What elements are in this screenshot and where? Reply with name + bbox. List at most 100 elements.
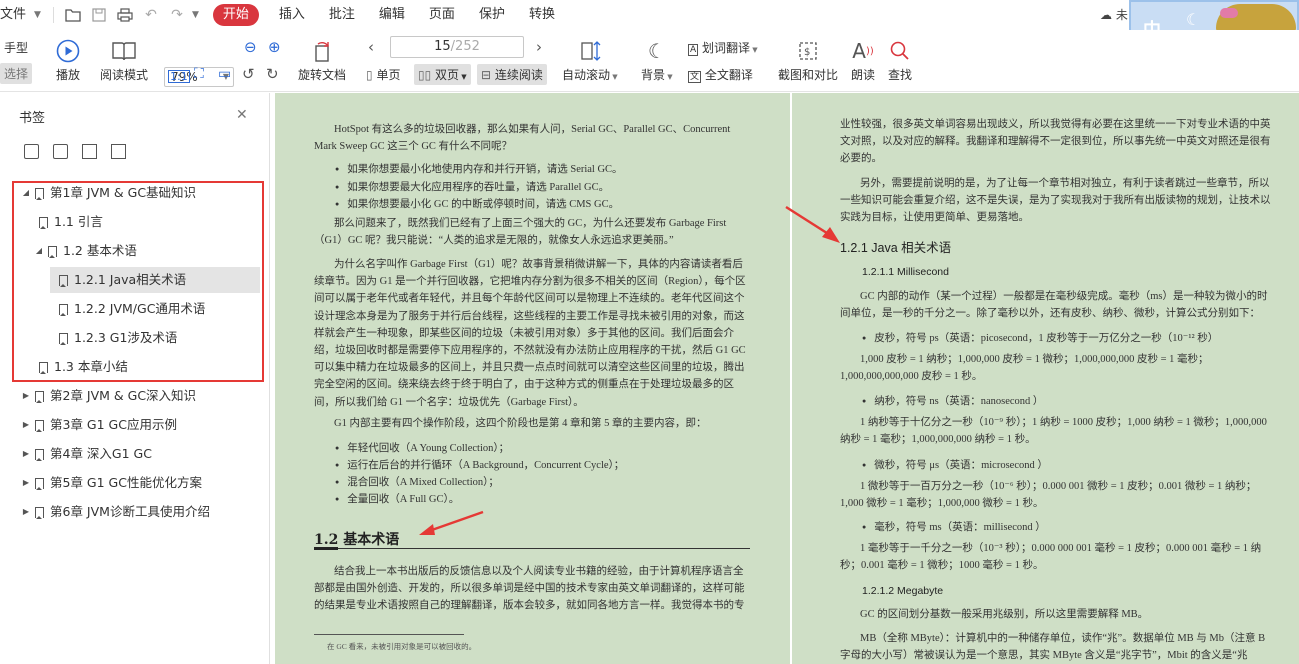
background-button[interactable]: ☾ 背景 ▼ (641, 36, 673, 83)
chevron-down-icon[interactable]: ▼ (34, 10, 41, 20)
collapsed-arrow-icon[interactable]: ▶ (20, 412, 32, 438)
sidebar-item-1-2-1[interactable]: 1.2.1 Java相关术语 (50, 267, 260, 293)
paragraph: GC 内部的动作（某一个过程）一般都是在毫秒级完成。毫秒（ms）是一种较为微小的… (840, 291, 1268, 320)
list-item: 纳秒，符号 ns（英语：nanosecond ） (862, 393, 1043, 408)
book-icon (111, 36, 137, 66)
sidebar-item-label: 1.2.2 JVM/GC通用术语 (74, 301, 206, 316)
quick-access-dropdown-icon[interactable]: ▼ (192, 10, 199, 20)
sidebar-item-chapter-6[interactable]: ▶ 第6章 JVM诊断工具使用介绍 (20, 499, 260, 525)
sidebar-item-chapter-2[interactable]: ▶ 第2章 JVM & GC深入知识 (20, 383, 260, 409)
tab-insert[interactable]: 插入 (267, 0, 317, 30)
rotate-left-icon[interactable]: ↺ (242, 65, 255, 83)
fit-page-icon[interactable]: ⛶ (194, 66, 204, 82)
read-aloud-button[interactable]: A)) 朗读 (851, 36, 875, 83)
paragraph: 1 微秒等于一百万分之一秒（10⁻⁶ 秒）；0.000 001 微秒 = 1 皮… (840, 481, 1257, 510)
word-translate-button[interactable]: A 划词翻译 ▼ (688, 39, 758, 56)
paragraph: 1 纳秒等于十亿分之一秒（10⁻⁹ 秒）；1 纳秒 = 1000 皮秒；1,00… (840, 417, 1267, 446)
rotate-document-button[interactable]: 旋转文档 (298, 36, 346, 83)
chevron-down-icon: ▼ (750, 46, 758, 54)
auto-scroll-icon (579, 36, 601, 66)
paragraph: 那么问题来了，既然我们已经有了上面三个强大的 GC，为什么还要发布 Garbag… (314, 218, 727, 247)
expanded-arrow-icon[interactable]: ◢ (20, 180, 32, 206)
single-page-label: 单页 (376, 68, 401, 82)
close-icon[interactable]: ✕ (236, 107, 248, 123)
rotate-right-icon[interactable]: ↻ (266, 65, 279, 83)
screenshot-icon: $ (796, 36, 820, 66)
tab-page[interactable]: 页面 (417, 0, 467, 30)
menu-file[interactable]: 文件 (0, 0, 38, 30)
continuous-read-button[interactable]: ⊟ 连续阅读 (477, 64, 547, 85)
zoom-out-icon[interactable]: ⊖ (244, 38, 257, 56)
open-folder-icon[interactable] (63, 5, 83, 25)
bookmark-icon (35, 390, 44, 403)
sidebar-item-chapter-3[interactable]: ▶ 第3章 G1 GC应用示例 (20, 412, 260, 438)
word-translate-label: 划词翻译 (702, 41, 751, 55)
find-button[interactable]: 查找 (888, 36, 912, 83)
collapsed-arrow-icon[interactable]: ▶ (20, 441, 32, 467)
play-button[interactable]: 播放 (56, 36, 80, 83)
section-heading: 1.2 基本术语 (314, 532, 400, 548)
current-page: 15 (434, 39, 451, 54)
sidebar-item-label: 1.2 基本术语 (63, 243, 137, 258)
tab-start[interactable]: 开始 (212, 4, 259, 26)
collapsed-arrow-icon[interactable]: ▶ (20, 499, 32, 525)
next-page-icon[interactable]: › (536, 38, 542, 56)
sidebar-item-1-2-3[interactable]: 1.2.3 G1涉及术语 (56, 325, 260, 351)
double-page-button[interactable]: ▯▯ 双页 ▼ (414, 64, 471, 85)
actual-size-icon[interactable]: 1:1 (168, 70, 190, 83)
sidebar-item-1-2[interactable]: ◢ 1.2 基本术语 (33, 238, 260, 264)
single-page-icon: ▯ (366, 68, 373, 82)
save-icon[interactable] (89, 5, 109, 25)
add-bookmark-icon[interactable] (82, 144, 97, 159)
expand-all-icon[interactable] (24, 144, 39, 159)
sidebar-item-1-2-2[interactable]: 1.2.2 JVM/GC通用术语 (56, 296, 260, 322)
fit-width-icon[interactable]: ▭ (218, 66, 231, 82)
paragraph: HotSpot 有这么多的垃圾回收器，那么如果有人问，Serial GC、Par… (314, 124, 731, 153)
sidebar-item-chapter-1[interactable]: ◢ 第1章 JVM & GC基础知识 (20, 180, 260, 206)
sidebar-item-chapter-5[interactable]: ▶ 第5章 G1 GC性能优化方案 (20, 470, 260, 496)
divider (52, 7, 54, 23)
full-translate-button[interactable]: 文 全文翻译 (688, 66, 753, 83)
sidebar-item-label: 第2章 JVM & GC深入知识 (50, 388, 197, 403)
zoom-in-icon[interactable]: ⊕ (268, 38, 281, 56)
collapse-all-icon[interactable] (53, 144, 68, 159)
collapsed-arrow-icon[interactable]: ▶ (20, 470, 32, 496)
previous-page-icon[interactable]: ‹ (368, 38, 374, 56)
select-tool-button[interactable]: 选择 (0, 63, 33, 84)
double-page-label: 双页 (435, 68, 460, 82)
hand-tool-button[interactable]: 手型 (4, 39, 28, 56)
chevron-down-icon: ▼ (665, 73, 673, 81)
expanded-arrow-icon[interactable]: ◢ (33, 238, 45, 264)
cloud-sync[interactable]: ☁ 未 (1100, 6, 1128, 23)
page-right: 业性较强，很多英文单词容易出现歧义，所以我觉得有必要在这里统一一下对专业术语的中… (785, 93, 1299, 664)
screenshot-compare-button[interactable]: $ 截图和对比 (778, 36, 838, 83)
panel-title: 书签 (19, 111, 46, 126)
print-icon[interactable] (115, 5, 135, 25)
sidebar-item-chapter-4[interactable]: ▶ 第4章 深入G1 GC (20, 441, 260, 467)
footnote: 在 GC 看来，未被引用对象是可以被回收的。 (327, 642, 477, 651)
list-item: 年轻代回收（A Young Collection）； (335, 440, 509, 455)
read-mode-button[interactable]: 阅读模式 (100, 36, 148, 83)
document-viewport[interactable]: HotSpot 有这么多的垃圾回收器，那么如果有人问，Serial GC、Par… (271, 93, 1299, 664)
read-aloud-label: 朗读 (851, 68, 876, 82)
collapsed-arrow-icon[interactable]: ▶ (20, 383, 32, 409)
page-left: HotSpot 有这么多的垃圾回收器，那么如果有人问，Serial GC、Par… (275, 93, 790, 664)
chevron-down-icon: ▼ (610, 73, 618, 81)
undo-icon[interactable]: ↶ (141, 5, 161, 25)
ribbon-toolbar: 手型 选择 播放 阅读模式 79% ▼ ⊖ ⊕ 1:1 ⛶ ▭ ↺ ↻ 旋转文档… (0, 30, 1299, 92)
sidebar-item-1-3[interactable]: 1.3 本章小结 (36, 354, 260, 380)
tab-annotate[interactable]: 批注 (317, 0, 367, 30)
auto-scroll-button[interactable]: 自动滚动 ▼ (562, 36, 618, 83)
tab-edit[interactable]: 编辑 (367, 0, 417, 30)
sidebar-item-1-1[interactable]: 1.1 引言 (36, 209, 260, 235)
bookmark-icon (35, 477, 44, 490)
rotate-document-icon (310, 36, 334, 66)
moon-icon: ☾ (647, 39, 666, 63)
page-number-input[interactable]: 15/252 (390, 36, 524, 58)
tab-protect[interactable]: 保护 (467, 0, 517, 30)
redo-icon[interactable]: ↷ (167, 5, 187, 25)
tab-convert[interactable]: 转换 (517, 0, 567, 30)
list-item: 如果你想要最大化应用程序的吞吐量，请选 Parallel GC。 (335, 179, 609, 194)
bookmark-icon[interactable] (111, 144, 126, 159)
single-page-button[interactable]: ▯ 单页 (366, 66, 400, 83)
